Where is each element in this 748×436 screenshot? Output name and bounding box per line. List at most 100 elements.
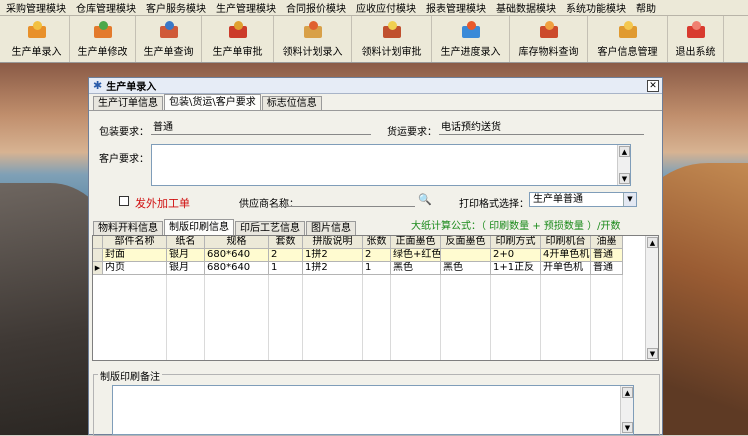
column-header[interactable]: 套数	[269, 236, 303, 249]
grid-cell[interactable]	[441, 249, 491, 262]
toolbar-button-1[interactable]: 生产单修改	[70, 16, 136, 62]
menu-customer-service[interactable]: 客户服务模块	[146, 0, 206, 15]
grid-cell[interactable]: 680*640	[205, 262, 269, 275]
menu-reports[interactable]: 报表管理模块	[426, 0, 486, 15]
grid-cell[interactable]: 开单色机	[541, 262, 591, 275]
tab-material-cutting[interactable]: 物料开料信息	[93, 221, 163, 235]
column-header[interactable]: 正面墨色	[391, 236, 441, 249]
column-header[interactable]: 张数	[363, 236, 391, 249]
toolbar-button-8[interactable]: 客户信息管理	[588, 16, 668, 62]
shipping-label: 货运要求：	[387, 127, 437, 138]
menu-production[interactable]: 生产管理模块	[216, 0, 276, 15]
tab-flags[interactable]: 标志位信息	[261, 96, 322, 110]
grid-cell[interactable]: 1+1正反	[491, 262, 541, 275]
column-header[interactable]: 部件名称	[103, 236, 167, 249]
menu-purchase[interactable]: 采购管理模块	[6, 0, 66, 15]
paper-formula: 大纸计算公式：（ 印刷数量 + 预损数量 ）/开数	[411, 221, 621, 232]
grid-cell[interactable]: 普通	[591, 249, 623, 262]
order-entry-window: ✱ 生产单录入 ✕ 生产订单信息 包装\货运\客户要求 标志位信息 包装要求： …	[88, 77, 663, 436]
toolbar-button-label: 生产单录入	[11, 47, 62, 58]
column-header[interactable]: 油墨	[591, 236, 623, 249]
grid-cell[interactable]: 1拼2	[303, 262, 363, 275]
close-button[interactable]: ✕	[647, 80, 659, 92]
outsource-checkbox[interactable]	[119, 196, 129, 206]
order-edit-icon-accent	[98, 21, 108, 30]
menu-warehouse[interactable]: 仓库管理模块	[76, 0, 136, 15]
menu-receivable-payable[interactable]: 应收应付模块	[356, 0, 416, 15]
remark-scrollbar[interactable]: ▲ ▼	[620, 386, 633, 434]
column-header[interactable]: 反面墨色	[441, 236, 491, 249]
scroll-up-icon[interactable]: ▲	[619, 146, 630, 157]
customer-req-label: 客户要求：	[99, 154, 149, 165]
grid-column-line	[302, 275, 303, 360]
grid-scroll-down-icon[interactable]: ▼	[647, 348, 658, 359]
grid-cell[interactable]: 银月	[167, 249, 205, 262]
tab-images[interactable]: 图片信息	[306, 221, 356, 235]
grid-cell[interactable]: 封面	[103, 249, 167, 262]
chevron-down-icon[interactable]: ▼	[623, 193, 636, 206]
scroll-down-icon[interactable]: ▼	[619, 173, 630, 184]
menu-system[interactable]: 系统功能模块	[566, 0, 626, 15]
grid-column-line	[166, 275, 167, 360]
toolbar-button-9[interactable]: 退出系统	[668, 16, 724, 62]
exit-icon-accent	[691, 21, 701, 30]
tab-order-info[interactable]: 生产订单信息	[93, 96, 163, 110]
toolbar-button-7[interactable]: 库存物料查询	[510, 16, 588, 62]
grid-cell[interactable]: 黑色	[391, 262, 441, 275]
customer-icon-accent	[623, 21, 633, 30]
material-plan-icon-accent	[308, 21, 318, 30]
tab-post-press[interactable]: 印后工艺信息	[235, 221, 305, 235]
grid-cell[interactable]: 内页	[103, 262, 167, 275]
printing-remark-textarea[interactable]: ▲ ▼	[112, 385, 634, 435]
column-header[interactable]: 拼版说明	[303, 236, 363, 249]
window-titlebar[interactable]: ✱ 生产单录入	[89, 78, 662, 94]
toolbar-button-4[interactable]: 领料计划录入	[274, 16, 352, 62]
order-search-icon	[158, 20, 180, 40]
grid-cell[interactable]: 2+0	[491, 249, 541, 262]
toolbar-button-0[interactable]: 生产单录入	[4, 16, 70, 62]
grid-cell[interactable]: 1拼2	[303, 249, 363, 262]
toolbar-button-6[interactable]: 生产进度录入	[432, 16, 510, 62]
menu-contract-quote[interactable]: 合同报价模块	[286, 0, 346, 15]
table-row[interactable]: ▶ 内页 银月 680*640 1 1拼2 1 黑色 黑色 1+1正反 开单色机 普通	[93, 262, 623, 275]
customer-req-scrollbar[interactable]: ▲ ▼	[617, 145, 630, 185]
grid-cell[interactable]: 4开单色机	[541, 249, 591, 262]
plan-approve-icon	[381, 20, 403, 40]
menu-base-data[interactable]: 基础数据模块	[496, 0, 556, 15]
grid-cell[interactable]: 2	[269, 249, 303, 262]
grid-cell[interactable]: 普通	[591, 262, 623, 275]
shipping-input[interactable]: 电话预约送货	[439, 121, 644, 135]
print-format-select[interactable]: 生产单普通 ▼	[529, 192, 637, 207]
table-row[interactable]: 封面 银月 680*640 2 1拼2 2 绿色+红色 2+0 4开单色机 普通	[93, 249, 623, 262]
magnifier-search-icon[interactable]: 🔍	[417, 192, 433, 207]
grid-cell[interactable]: 2	[363, 249, 391, 262]
order-search-icon-accent	[164, 21, 174, 30]
remark-scroll-up-icon[interactable]: ▲	[622, 387, 633, 398]
column-header[interactable]: 印刷方式	[491, 236, 541, 249]
column-header[interactable]: 印刷机台	[541, 236, 591, 249]
remark-scroll-down-icon[interactable]: ▼	[622, 422, 633, 433]
toolbar-button-5[interactable]: 领料计划审批	[352, 16, 432, 62]
column-header[interactable]: 纸名	[167, 236, 205, 249]
toolbar: 生产单录入 生产单修改 生产单查询 生产单审批 领料计划录入 领料计划审批 生产进度录入 库存…	[0, 16, 748, 63]
toolbar-button-2[interactable]: 生产单查询	[136, 16, 202, 62]
row-indicator-icon	[93, 236, 103, 249]
grid-scroll-up-icon[interactable]: ▲	[647, 237, 658, 248]
customer-req-textarea[interactable]: ▲ ▼	[151, 144, 631, 186]
tab-packaging-shipping[interactable]: 包装\货运\客户要求	[164, 94, 261, 110]
supplier-input[interactable]	[273, 193, 415, 207]
grid-cell[interactable]: 1	[269, 262, 303, 275]
tab-plate-printing[interactable]: 制版印刷信息	[164, 219, 234, 235]
grid-cell[interactable]: 1	[363, 262, 391, 275]
grid-cell[interactable]: 680*640	[205, 249, 269, 262]
packaging-input[interactable]: 普通	[151, 121, 371, 135]
grid-cell[interactable]: 银月	[167, 262, 205, 275]
grid-cell[interactable]: 黑色	[441, 262, 491, 275]
plan-approve-icon-accent	[387, 21, 397, 30]
grid-scrollbar[interactable]: ▲ ▼	[645, 236, 658, 360]
toolbar-button-3[interactable]: 生产单审批	[202, 16, 274, 62]
menu-help[interactable]: 帮助	[636, 0, 656, 15]
grid-cell[interactable]: 绿色+红色	[391, 249, 441, 262]
column-header[interactable]: 规格	[205, 236, 269, 249]
order-approve-icon-accent	[233, 21, 243, 30]
